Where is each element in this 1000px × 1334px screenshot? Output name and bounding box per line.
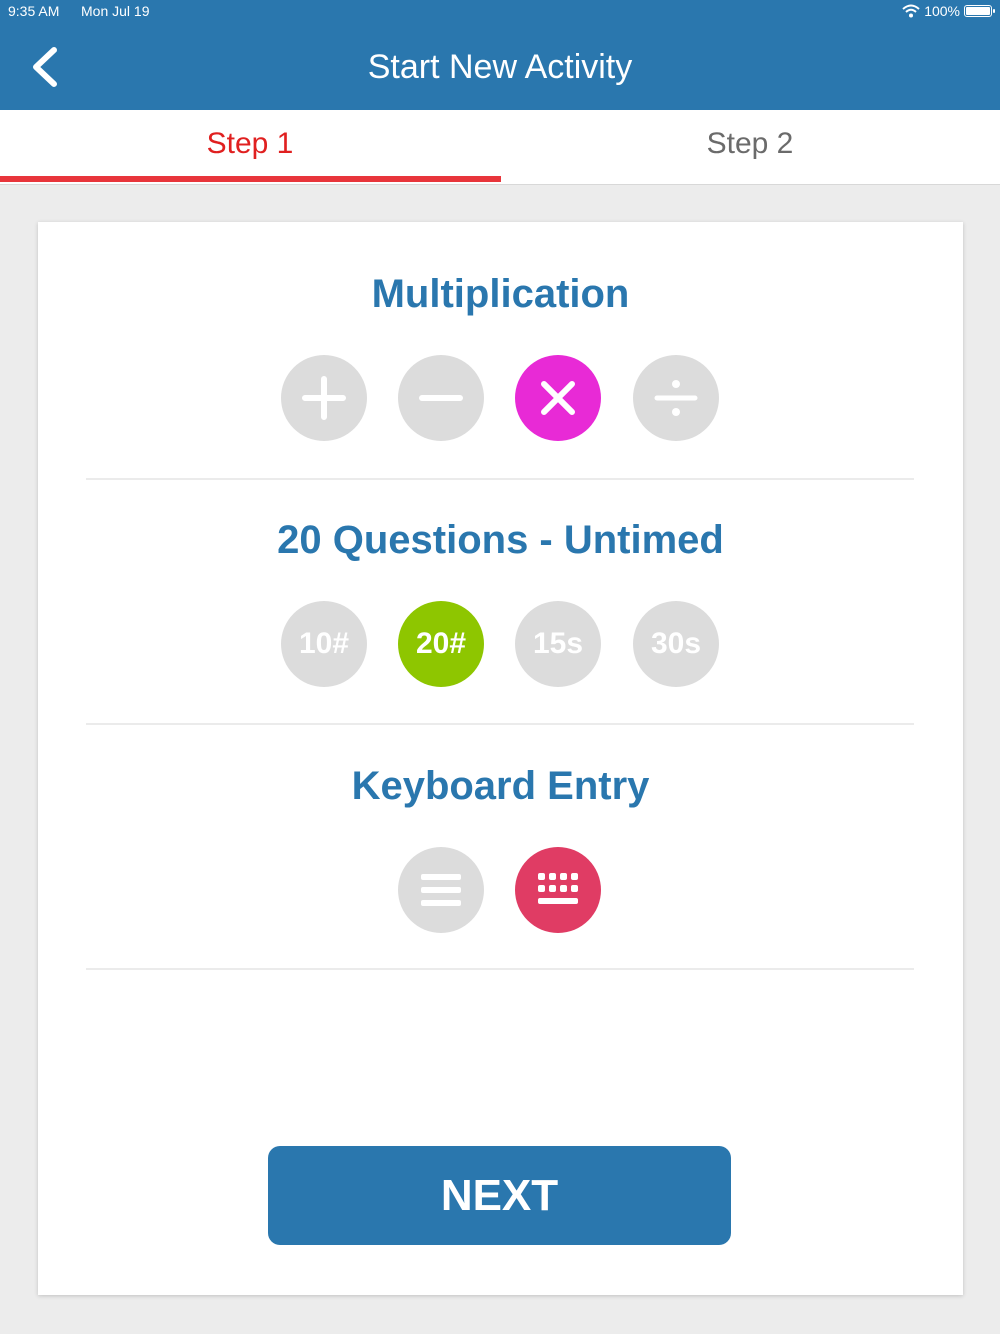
section-divider bbox=[86, 723, 914, 725]
status-bar: 9:35 AM Mon Jul 19 100% bbox=[0, 0, 1000, 22]
option-20-questions[interactable]: 20# bbox=[398, 601, 484, 687]
entry-keyboard-button[interactable] bbox=[515, 847, 601, 933]
step-tabs: Step 1 Step 2 bbox=[0, 110, 1000, 185]
minus-icon bbox=[419, 395, 463, 401]
divide-icon bbox=[654, 380, 698, 416]
next-button[interactable]: NEXT bbox=[268, 1146, 731, 1245]
plus-icon bbox=[302, 376, 346, 420]
navigation-bar: Start New Activity bbox=[0, 22, 1000, 110]
battery-percent: 100% bbox=[924, 3, 960, 19]
operation-multiply-button[interactable] bbox=[515, 355, 601, 441]
entry-list-button[interactable] bbox=[398, 847, 484, 933]
section-divider bbox=[86, 478, 914, 480]
operation-subtract-button[interactable] bbox=[398, 355, 484, 441]
operation-add-button[interactable] bbox=[281, 355, 367, 441]
option-10-questions[interactable]: 10# bbox=[281, 601, 367, 687]
status-date: Mon Jul 19 bbox=[81, 3, 150, 19]
status-time: 9:35 AM bbox=[8, 3, 60, 19]
wifi-icon bbox=[902, 4, 920, 18]
tab-step-2[interactable]: Step 2 bbox=[500, 110, 1000, 184]
activity-settings-card: Multiplication 20 Questions - Untimed 10… bbox=[38, 222, 963, 1295]
operation-divide-button[interactable] bbox=[633, 355, 719, 441]
tab-step-1[interactable]: Step 1 bbox=[0, 110, 500, 184]
entry-title: Keyboard Entry bbox=[351, 764, 650, 808]
active-tab-indicator bbox=[0, 176, 501, 182]
page-title: Start New Activity bbox=[367, 48, 633, 86]
questions-title: 20 Questions - Untimed bbox=[277, 518, 724, 562]
operation-title: Multiplication bbox=[371, 272, 630, 316]
battery-icon bbox=[964, 5, 995, 17]
keyboard-icon bbox=[538, 873, 578, 904]
multiply-icon bbox=[541, 381, 575, 415]
option-15-seconds[interactable]: 15s bbox=[515, 601, 601, 687]
status-right: 100% bbox=[902, 3, 995, 19]
list-icon bbox=[421, 874, 461, 906]
option-30-seconds[interactable]: 30s bbox=[633, 601, 719, 687]
section-divider bbox=[86, 968, 914, 970]
